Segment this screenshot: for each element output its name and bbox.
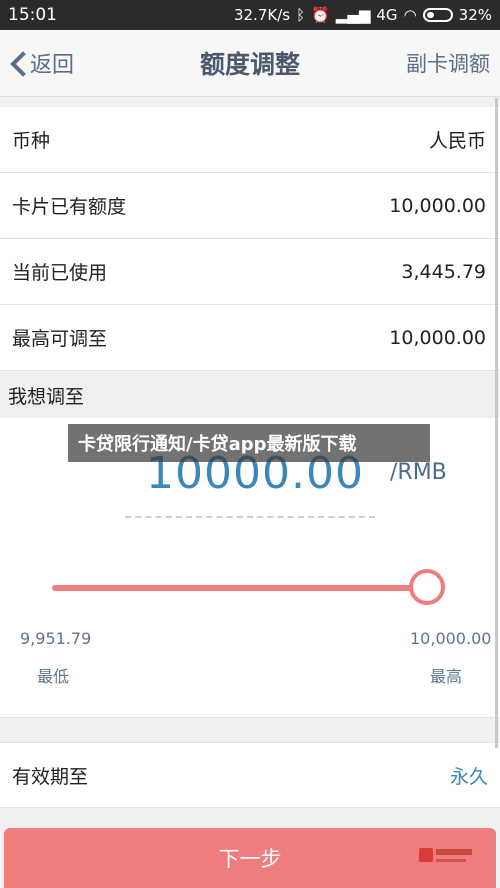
- row-value: 10,000.00: [389, 194, 486, 217]
- back-label: 返回: [30, 53, 75, 78]
- row-label: 最高可调至: [12, 328, 108, 350]
- status-time: 15:01: [8, 5, 57, 25]
- chevron-left-icon: [10, 51, 24, 75]
- status-icons: 32.7K/s ᛒ ⏰ ▂▄▆ 4G ◠ 32%: [234, 6, 492, 24]
- slider-min-value: 9,951.79: [20, 629, 92, 648]
- row-value: 人民币: [428, 130, 486, 152]
- amount-slider-panel: 10000.00 /RMB 9,951.79 10,000.00 最低 最高: [0, 418, 500, 718]
- network-speed: 32.7K/s: [233, 6, 291, 24]
- status-bar: 15:01 32.7K/s ᛒ ⏰ ▂▄▆ 4G ◠ 32%: [0, 0, 500, 30]
- adjust-section-label: 我想调至: [0, 372, 500, 418]
- amount-underline: [125, 516, 375, 518]
- list-item: 币种 人民币: [0, 107, 500, 173]
- expiry-value[interactable]: 永久: [450, 762, 488, 789]
- nav-bar: 返回 额度调整 副卡调额: [0, 30, 500, 97]
- row-label: 币种: [12, 130, 51, 152]
- row-label: 当前已使用: [12, 262, 108, 284]
- list-item: 当前已使用 3,445.79: [0, 239, 500, 305]
- row-value: 3,445.79: [401, 260, 486, 283]
- slider-max-value: 10,000.00: [410, 629, 492, 648]
- scrollbar[interactable]: [495, 98, 498, 748]
- alarm-icon: ⏰: [311, 6, 330, 24]
- battery-percent: 32%: [458, 6, 492, 24]
- battery-icon: [422, 8, 453, 22]
- info-list: 币种 人民币 卡片已有额度 10,000.00 当前已使用 3,445.79 最…: [0, 107, 500, 371]
- slider-max-label: 最高: [430, 667, 463, 686]
- list-item: 最高可调至 10,000.00: [0, 305, 500, 371]
- wifi-icon: ◠: [403, 6, 417, 24]
- network-type: 4G: [376, 6, 398, 24]
- expiry-row[interactable]: 有效期至 永久: [0, 742, 500, 808]
- bluetooth-icon: ᛒ: [296, 6, 306, 24]
- row-label: 卡片已有额度: [12, 196, 127, 218]
- list-item: 卡片已有额度 10,000.00: [0, 173, 500, 239]
- signal-icon: ▂▄▆: [335, 6, 371, 24]
- slider-thumb[interactable]: [409, 569, 445, 605]
- currency-unit: /RMB: [390, 460, 447, 485]
- community-logo: [419, 848, 472, 862]
- slider-min-label: 最低: [37, 667, 70, 686]
- row-value: 10,000.00: [389, 326, 486, 349]
- back-button[interactable]: 返回: [10, 47, 74, 79]
- next-step-label: 下一步: [218, 847, 282, 871]
- next-step-button[interactable]: 下一步: [4, 828, 496, 888]
- expiry-label: 有效期至: [12, 765, 89, 788]
- secondary-card-adjust-button[interactable]: 副卡调额: [406, 48, 490, 78]
- watermark-banner: 卡贷限行通知/卡贷app最新版下载: [68, 424, 430, 462]
- slider-track[interactable]: [52, 585, 422, 591]
